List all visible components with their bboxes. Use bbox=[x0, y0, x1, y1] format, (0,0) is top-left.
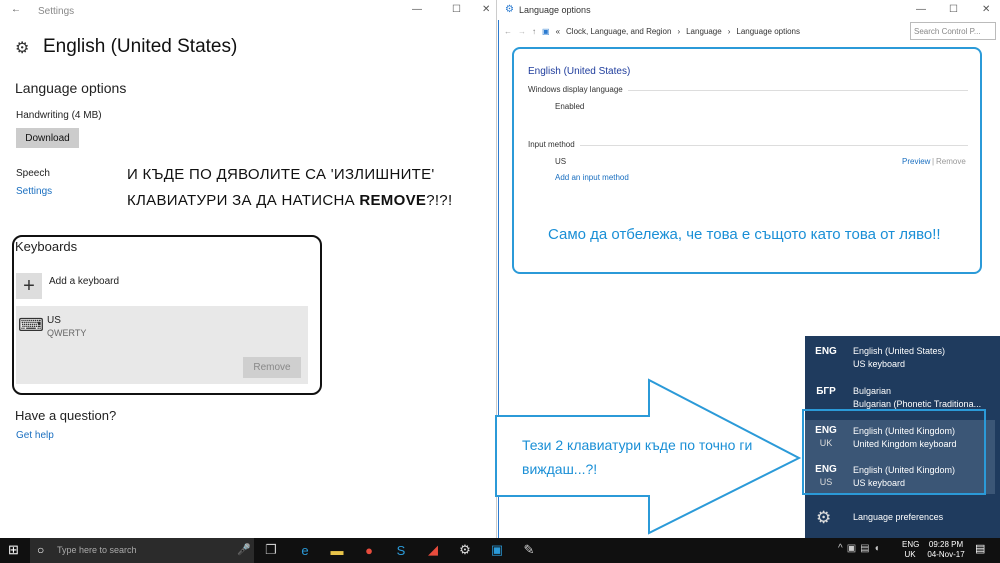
breadcrumb-sep-icon: › bbox=[727, 26, 731, 36]
back-arrow-icon[interactable]: ← bbox=[11, 4, 21, 15]
system-tray-icons[interactable]: ^▣▤◖ bbox=[838, 543, 884, 554]
cp-annotation: Само да отбележа, че това е същото като … bbox=[548, 226, 941, 243]
cp-close-icon[interactable]: ✕ bbox=[982, 4, 990, 15]
address-bar[interactable]: ← → ↑ ▣ « Clock, Language, and Region › … bbox=[504, 22, 906, 40]
remove-button[interactable]: Remove bbox=[243, 357, 301, 378]
flyout-lang-code: БГР bbox=[816, 386, 836, 397]
annotation-line-1: И КЪДЕ ПО ДЯВОЛИТЕ СА 'ИЗЛИШНИТЕ' bbox=[127, 166, 435, 183]
add-icon[interactable]: + bbox=[16, 273, 42, 299]
get-help-link[interactable]: Get help bbox=[16, 430, 54, 441]
preview-link[interactable]: Preview bbox=[902, 157, 930, 166]
breadcrumb-sep-icon: › bbox=[677, 26, 681, 36]
keyboard-layout: QWERTY bbox=[47, 328, 87, 338]
divider bbox=[580, 145, 968, 146]
control-panel-icon: ▣ bbox=[542, 26, 550, 36]
input-method-value: US bbox=[555, 157, 567, 166]
taskbar-lang-sub: UK bbox=[904, 550, 916, 559]
taskbar-clock[interactable]: 09:28 PM 04-Nov-17 bbox=[926, 540, 966, 560]
annotation-text: И КЪДЕ ПО ДЯВОЛИТЕ СА 'ИЗЛИШНИТЕ' КЛАВИА… bbox=[127, 162, 452, 214]
windows-start-icon[interactable]: ⊞ bbox=[8, 542, 19, 558]
paint-icon[interactable]: ✎ bbox=[520, 541, 538, 559]
annotation-line-2: КЛАВИАТУРИ ЗА ДА НАТИСНА REMOVE?!?! bbox=[127, 188, 452, 214]
maximize-icon[interactable]: ☐ bbox=[452, 4, 461, 15]
keyboard-name: US bbox=[47, 315, 61, 326]
display-language-label: Windows display language bbox=[528, 85, 623, 94]
gear-icon[interactable]: ⚙ bbox=[816, 508, 831, 528]
arrow-annotation: Тези 2 клавиатури къде по точно ги вижда… bbox=[522, 437, 753, 477]
download-button[interactable]: Download bbox=[16, 128, 79, 148]
page-title: English (United States) bbox=[43, 36, 238, 57]
settings-app-icon[interactable]: ⚙ bbox=[456, 541, 474, 559]
cp-maximize-icon[interactable]: ☐ bbox=[949, 4, 958, 15]
settings-title: Settings bbox=[38, 6, 75, 17]
breadcrumb-item[interactable]: Clock, Language, and Region bbox=[566, 27, 671, 36]
control-panel-taskbar-icon[interactable]: ▣ bbox=[488, 541, 506, 559]
chrome-icon[interactable]: ● bbox=[360, 541, 378, 559]
link-separator: | bbox=[932, 157, 935, 166]
cp-remove-link: Remove bbox=[936, 157, 966, 166]
file-explorer-icon[interactable]: ▬ bbox=[328, 541, 346, 559]
speech-settings-link[interactable]: Settings bbox=[16, 186, 52, 197]
display-language-value: Enabled bbox=[555, 102, 585, 111]
cp-minimize-icon[interactable]: — bbox=[916, 4, 926, 15]
globe-icon: ⚙ bbox=[505, 4, 514, 15]
keyboard-icon: ⌨ bbox=[18, 315, 44, 335]
language-preferences-link[interactable]: Language preferences bbox=[853, 512, 943, 522]
task-view-icon[interactable]: ❐ bbox=[262, 541, 280, 559]
input-method-label: Input method bbox=[528, 140, 575, 149]
flyout-lang-layout: Bulgarian (Phonetic Traditiona... bbox=[853, 399, 982, 409]
breadcrumb-item[interactable]: Language options bbox=[736, 27, 800, 36]
cp-language-title: English (United States) bbox=[528, 66, 631, 77]
add-input-method-link[interactable]: Add an input method bbox=[555, 173, 629, 182]
annotation-line-2-bold: REMOVE bbox=[359, 192, 427, 209]
notification-icon[interactable]: ▤ bbox=[975, 542, 985, 555]
nav-up-icon[interactable]: ↑ bbox=[532, 27, 536, 36]
cp-window-title: Language options bbox=[519, 5, 591, 15]
breadcrumb-item[interactable]: Language bbox=[686, 27, 722, 36]
nav-forward-icon[interactable]: → bbox=[518, 27, 526, 36]
flyout-lang-layout: US keyboard bbox=[853, 359, 906, 369]
question-heading: Have a question? bbox=[15, 408, 117, 423]
keyboards-heading: Keyboards bbox=[15, 239, 78, 254]
edge-icon[interactable]: e bbox=[296, 541, 314, 559]
flyout-highlight-box bbox=[802, 409, 986, 495]
taskbar-date: 04-Nov-17 bbox=[927, 550, 965, 559]
speech-label: Speech bbox=[16, 168, 50, 179]
breadcrumb-sep-icon: « bbox=[555, 26, 561, 36]
microphone-icon[interactable]: 🎤 bbox=[237, 543, 251, 556]
minimize-icon[interactable]: — bbox=[412, 4, 422, 15]
flyout-lang-name: English (United States) bbox=[853, 346, 946, 356]
search-input[interactable]: Search Control P... bbox=[910, 22, 996, 40]
taskbar-lang-code: ENG bbox=[902, 540, 920, 549]
add-keyboard-button[interactable]: Add a keyboard bbox=[49, 276, 119, 287]
taskbar-language-indicator[interactable]: ENG UK bbox=[902, 540, 920, 560]
divider bbox=[628, 90, 968, 91]
flyout-lang-code: ENG bbox=[815, 346, 837, 357]
annotation-line-2-post: ?!?! bbox=[426, 192, 453, 209]
handwriting-label: Handwriting (4 MB) bbox=[16, 110, 102, 121]
nav-back-icon[interactable]: ← bbox=[504, 27, 512, 36]
annotation-line-2-pre: КЛАВИАТУРИ ЗА ДА НАТИСНА bbox=[127, 192, 360, 209]
language-options-heading: Language options bbox=[15, 80, 127, 96]
taskbar-time: 09:28 PM bbox=[928, 540, 964, 549]
taskbar-search-input[interactable]: Type here to search bbox=[57, 545, 137, 555]
cortana-icon: ○ bbox=[37, 543, 45, 557]
skype-icon[interactable]: S bbox=[392, 541, 410, 559]
close-icon[interactable]: ✕ bbox=[482, 4, 490, 15]
app-icon[interactable]: ◢ bbox=[424, 541, 442, 559]
gear-icon: ⚙ bbox=[15, 40, 30, 57]
flyout-lang-name: Bulgarian bbox=[853, 386, 892, 396]
